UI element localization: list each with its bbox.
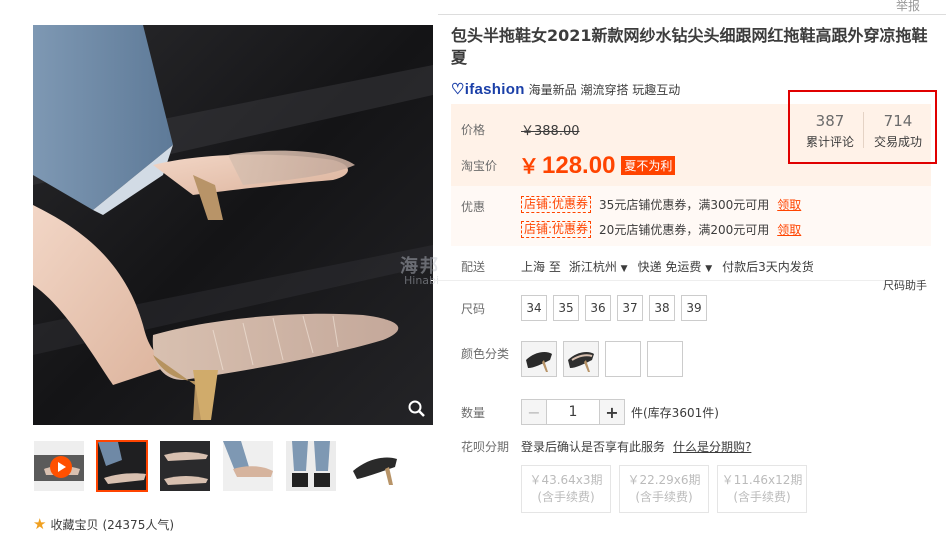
ship-from: 上海 至	[521, 260, 561, 274]
color-option[interactable]	[647, 341, 683, 377]
thumbnail-1[interactable]	[96, 440, 148, 492]
shipping-row: 配送 上海 至 浙江杭州 ▼ 快递 免运费 ▼ 付款后3天内发货	[461, 258, 814, 275]
product-title: 包头半拖鞋女2021新款网纱水钻尖头细跟网红拖鞋高跟外穿凉拖鞋夏	[451, 26, 928, 67]
coupon-label: 优惠	[461, 200, 486, 214]
size-option[interactable]: 35	[553, 295, 579, 321]
huabei-note: 登录后确认是否享有此服务	[521, 440, 666, 454]
report-link[interactable]: 举报	[896, 0, 920, 14]
star-icon: ★	[33, 515, 47, 533]
huabei-row: 花呗分期 登录后确认是否享有此服务 什么是分期购?	[461, 438, 751, 455]
taobao-price-label: 淘宝价	[461, 158, 498, 173]
size-row: 尺码 34 35 36 37 38 39	[461, 295, 713, 321]
size-option[interactable]: 36	[585, 295, 611, 321]
size-option[interactable]: 37	[617, 295, 643, 321]
reviews-stat[interactable]: 387 累计评论	[800, 112, 860, 150]
claim-coupon-link[interactable]: 领取	[777, 221, 801, 238]
coupon-row: 店铺:优惠券 20元店铺优惠券，满200元可用 领取	[521, 221, 801, 238]
main-product-image[interactable]	[33, 25, 433, 425]
sales-stats: 387 累计评论 714 交易成功	[788, 90, 937, 164]
claim-coupon-link[interactable]: 领取	[777, 196, 801, 213]
quantity-decrease-button[interactable]: −	[521, 399, 547, 425]
quantity-input[interactable]: 1	[547, 399, 599, 425]
coupon-tag: 店铺:优惠券	[521, 196, 592, 213]
play-icon[interactable]	[50, 456, 72, 478]
stock-text: 件(库存3601件)	[631, 405, 719, 420]
coupon-text: 20元店铺优惠券，满200元可用	[599, 223, 770, 237]
size-label: 尺码	[461, 301, 486, 316]
favorite-label: 收藏宝贝	[50, 517, 99, 532]
ship-time: 付款后3天内发货	[722, 260, 814, 274]
size-option[interactable]: 34	[521, 295, 547, 321]
thumbnail-3[interactable]	[222, 440, 274, 492]
shipping-label: 配送	[461, 260, 486, 274]
thumbnail-2[interactable]	[159, 440, 211, 492]
thumbnail-video[interactable]	[33, 440, 85, 492]
quantity-label: 数量	[461, 405, 486, 420]
current-price: ￥ 128.00	[519, 152, 616, 179]
ifashion-logo[interactable]: ♡ifashion	[451, 80, 525, 98]
installment-option[interactable]: ￥11.46x12期 (含手续费)	[717, 465, 807, 513]
price-label: 价格	[461, 123, 486, 137]
color-option[interactable]	[605, 341, 641, 377]
coupon-text: 35元店铺优惠券，满300元可用	[599, 198, 770, 212]
size-helper-link[interactable]: 尺码助手	[883, 277, 927, 293]
original-price: ￥388.00	[521, 124, 580, 139]
huabei-label: 花呗分期	[461, 440, 510, 454]
installment-option[interactable]: ￥43.64x3期 (含手续费)	[521, 465, 611, 513]
quantity-row: 数量 − 1 + 件(库存3601件)	[461, 399, 719, 425]
product-photo	[33, 25, 433, 425]
size-option[interactable]: 38	[649, 295, 675, 321]
quantity-increase-button[interactable]: +	[599, 399, 625, 425]
heart-icon: ♡	[451, 81, 465, 98]
coupon-tag: 店铺:优惠券	[521, 221, 592, 238]
installment-option[interactable]: ￥22.29x6期 (含手续费)	[619, 465, 709, 513]
ship-method-dropdown[interactable]: 快递 免运费 ▼	[638, 258, 713, 275]
zoom-icon[interactable]	[407, 399, 427, 419]
caret-down-icon: ▼	[620, 264, 628, 274]
stats-divider	[863, 112, 864, 148]
thumbnail-5[interactable]	[348, 440, 400, 492]
color-row: 颜色分类	[461, 341, 689, 377]
caret-down-icon: ▼	[705, 264, 713, 274]
brand-tags: 海量新品 潮流穿搭 玩趣互动	[528, 82, 681, 97]
color-option-black[interactable]	[521, 341, 557, 377]
ship-to-dropdown[interactable]: 浙江杭州 ▼	[569, 258, 628, 275]
promo-badge: 夏不为利	[621, 155, 676, 175]
coupon-row: 店铺:优惠券 35元店铺优惠券，满300元可用 领取	[521, 196, 801, 213]
size-option[interactable]: 39	[681, 295, 707, 321]
deals-stat[interactable]: 714 交易成功	[868, 112, 928, 150]
favorite-count: (24375人气)	[102, 517, 175, 532]
favorite-button[interactable]: ★ 收藏宝贝 (24375人气)	[33, 515, 174, 533]
header-divider	[438, 14, 946, 15]
divider	[431, 280, 919, 281]
installment-options: ￥43.64x3期 (含手续费) ￥22.29x6期 (含手续费) ￥11.46…	[521, 465, 815, 513]
huabei-help-link[interactable]: 什么是分期购?	[673, 438, 751, 455]
brand-row: ♡ifashion 海量新品 潮流穿搭 玩趣互动	[451, 80, 680, 98]
color-label: 颜色分类	[461, 347, 510, 361]
coupon-panel: 优惠 店铺:优惠券 35元店铺优惠券，满300元可用 领取 店铺:优惠券 20元…	[451, 186, 931, 246]
color-option-pink[interactable]	[563, 341, 599, 377]
thumbnail-4[interactable]	[285, 440, 337, 492]
